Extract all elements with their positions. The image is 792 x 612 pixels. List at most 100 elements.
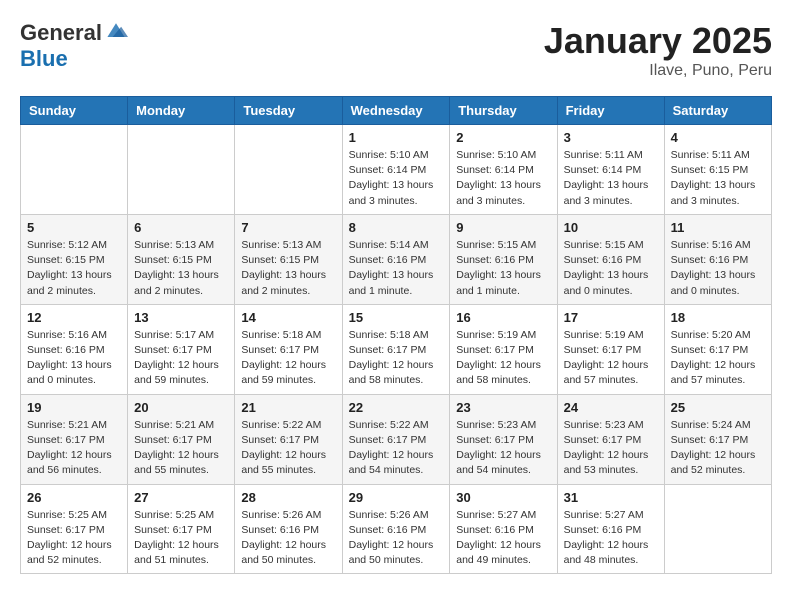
day-header-saturday: Saturday (664, 97, 771, 125)
day-number: 11 (671, 220, 765, 235)
day-number: 16 (456, 310, 550, 325)
day-number: 21 (241, 400, 335, 415)
day-number: 1 (349, 130, 444, 145)
calendar-cell: 9Sunrise: 5:15 AM Sunset: 6:16 PM Daylig… (450, 214, 557, 304)
calendar-cell: 4 Sunrise: 5:11 AM Sunset: 6:15 PM Daylig… (664, 125, 771, 215)
calendar-cell: 14 Sunrise: 5:18 AM Sunset: 6:17 PM Dayli… (235, 304, 342, 394)
day-number: 27 (134, 490, 228, 505)
calendar-cell: 29 Sunrise: 5:26 AM Sunset: 6:16 PM Dayli… (342, 484, 450, 574)
day-number: 19 (27, 400, 121, 415)
day-number: 22 (349, 400, 444, 415)
day-number: 23 (456, 400, 550, 415)
day-info: Sunrise: 5:11 AM Sunset: 6:14 PM Dayligh… (564, 148, 658, 209)
day-number: 6 (134, 220, 228, 235)
title-area: January 2025 Ilave, Puno, Peru (544, 20, 772, 80)
calendar-cell: 17Sunrise: 5:19 AM Sunset: 6:17 PM Dayli… (557, 304, 664, 394)
calendar-cell: 30 Sunrise: 5:27 AM Sunset: 6:16 PM Dayli… (450, 484, 557, 574)
day-number: 7 (241, 220, 335, 235)
day-number: 18 (671, 310, 765, 325)
day-info: Sunrise: 5:27 AM Sunset: 6:16 PM Dayligh… (456, 508, 550, 569)
calendar-cell: 11 Sunrise: 5:16 AM Sunset: 6:16 PM Dayli… (664, 214, 771, 304)
calendar-cell: 8 Sunrise: 5:14 AM Sunset: 6:16 PM Daylig… (342, 214, 450, 304)
day-info: Sunrise: 5:21 AM Sunset: 6:17 PM Dayligh… (27, 418, 121, 479)
day-info: Sunrise: 5:15 AM Sunset: 6:16 PM Dayligh… (564, 238, 658, 299)
day-header-wednesday: Wednesday (342, 97, 450, 125)
logo-general-text: General (20, 20, 102, 46)
day-info: Sunrise: 5:26 AM Sunset: 6:16 PM Dayligh… (349, 508, 444, 569)
calendar-cell: 7 Sunrise: 5:13 AM Sunset: 6:15 PM Daylig… (235, 214, 342, 304)
day-number: 24 (564, 400, 658, 415)
calendar-cell: 12 Sunrise: 5:16 AM Sunset: 6:16 PM Dayli… (21, 304, 128, 394)
day-number: 26 (27, 490, 121, 505)
calendar-header-row: SundayMondayTuesdayWednesdayThursdayFrid… (21, 97, 772, 125)
day-info: Sunrise: 5:20 AM Sunset: 6:17 PM Dayligh… (671, 328, 765, 389)
day-info: Sunrise: 5:14 AM Sunset: 6:16 PM Dayligh… (349, 238, 444, 299)
day-info: Sunrise: 5:11 AM Sunset: 6:15 PM Dayligh… (671, 148, 765, 209)
day-info: Sunrise: 5:22 AM Sunset: 6:17 PM Dayligh… (241, 418, 335, 479)
day-header-monday: Monday (128, 97, 235, 125)
day-number: 5 (27, 220, 121, 235)
day-info: Sunrise: 5:19 AM Sunset: 6:17 PM Dayligh… (564, 328, 658, 389)
logo-icon (104, 21, 128, 41)
day-number: 25 (671, 400, 765, 415)
page-header: General Blue January 2025 Ilave, Puno, P… (20, 20, 772, 80)
day-number: 30 (456, 490, 550, 505)
calendar-cell: 26 Sunrise: 5:25 AM Sunset: 6:17 PM Dayli… (21, 484, 128, 574)
calendar-cell: 19 Sunrise: 5:21 AM Sunset: 6:17 PM Dayli… (21, 394, 128, 484)
month-title: January 2025 (544, 20, 772, 62)
calendar-cell: 27Sunrise: 5:25 AM Sunset: 6:17 PM Dayli… (128, 484, 235, 574)
calendar-cell: 20Sunrise: 5:21 AM Sunset: 6:17 PM Dayli… (128, 394, 235, 484)
calendar-week-row: 19 Sunrise: 5:21 AM Sunset: 6:17 PM Dayli… (21, 394, 772, 484)
day-info: Sunrise: 5:25 AM Sunset: 6:17 PM Dayligh… (27, 508, 121, 569)
calendar-cell: 1 Sunrise: 5:10 AM Sunset: 6:14 PM Daylig… (342, 125, 450, 215)
day-info: Sunrise: 5:18 AM Sunset: 6:17 PM Dayligh… (241, 328, 335, 389)
day-number: 10 (564, 220, 658, 235)
calendar-cell (128, 125, 235, 215)
day-info: Sunrise: 5:26 AM Sunset: 6:16 PM Dayligh… (241, 508, 335, 569)
day-info: Sunrise: 5:17 AM Sunset: 6:17 PM Dayligh… (134, 328, 228, 389)
day-number: 28 (241, 490, 335, 505)
day-number: 14 (241, 310, 335, 325)
calendar-cell: 28 Sunrise: 5:26 AM Sunset: 6:16 PM Dayli… (235, 484, 342, 574)
day-info: Sunrise: 5:10 AM Sunset: 6:14 PM Dayligh… (456, 148, 550, 209)
day-number: 13 (134, 310, 228, 325)
day-info: Sunrise: 5:13 AM Sunset: 6:15 PM Dayligh… (134, 238, 228, 299)
day-info: Sunrise: 5:13 AM Sunset: 6:15 PM Dayligh… (241, 238, 335, 299)
calendar-cell: 5 Sunrise: 5:12 AM Sunset: 6:15 PM Daylig… (21, 214, 128, 304)
calendar-cell: 25 Sunrise: 5:24 AM Sunset: 6:17 PM Dayli… (664, 394, 771, 484)
calendar-cell: 10 Sunrise: 5:15 AM Sunset: 6:16 PM Dayli… (557, 214, 664, 304)
calendar-cell: 24Sunrise: 5:23 AM Sunset: 6:17 PM Dayli… (557, 394, 664, 484)
day-info: Sunrise: 5:21 AM Sunset: 6:17 PM Dayligh… (134, 418, 228, 479)
logo-blue-text: Blue (20, 46, 68, 72)
calendar-cell: 16 Sunrise: 5:19 AM Sunset: 6:17 PM Dayli… (450, 304, 557, 394)
calendar-cell: 31Sunrise: 5:27 AM Sunset: 6:16 PM Dayli… (557, 484, 664, 574)
calendar-cell (21, 125, 128, 215)
calendar-cell: 6 Sunrise: 5:13 AM Sunset: 6:15 PM Daylig… (128, 214, 235, 304)
calendar-cell: 21 Sunrise: 5:22 AM Sunset: 6:17 PM Dayli… (235, 394, 342, 484)
day-number: 12 (27, 310, 121, 325)
day-header-friday: Friday (557, 97, 664, 125)
day-info: Sunrise: 5:16 AM Sunset: 6:16 PM Dayligh… (671, 238, 765, 299)
calendar-cell: 2Sunrise: 5:10 AM Sunset: 6:14 PM Daylig… (450, 125, 557, 215)
day-info: Sunrise: 5:24 AM Sunset: 6:17 PM Dayligh… (671, 418, 765, 479)
calendar-cell: 22Sunrise: 5:22 AM Sunset: 6:17 PM Dayli… (342, 394, 450, 484)
calendar-cell: 15Sunrise: 5:18 AM Sunset: 6:17 PM Dayli… (342, 304, 450, 394)
location-subtitle: Ilave, Puno, Peru (544, 62, 772, 80)
day-number: 8 (349, 220, 444, 235)
day-number: 4 (671, 130, 765, 145)
calendar-cell (664, 484, 771, 574)
calendar-week-row: 12 Sunrise: 5:16 AM Sunset: 6:16 PM Dayli… (21, 304, 772, 394)
day-info: Sunrise: 5:27 AM Sunset: 6:16 PM Dayligh… (564, 508, 658, 569)
day-info: Sunrise: 5:19 AM Sunset: 6:17 PM Dayligh… (456, 328, 550, 389)
day-info: Sunrise: 5:10 AM Sunset: 6:14 PM Dayligh… (349, 148, 444, 209)
day-info: Sunrise: 5:16 AM Sunset: 6:16 PM Dayligh… (27, 328, 121, 389)
day-info: Sunrise: 5:12 AM Sunset: 6:15 PM Dayligh… (27, 238, 121, 299)
calendar-cell: 3Sunrise: 5:11 AM Sunset: 6:14 PM Daylig… (557, 125, 664, 215)
day-number: 29 (349, 490, 444, 505)
day-info: Sunrise: 5:18 AM Sunset: 6:17 PM Dayligh… (349, 328, 444, 389)
calendar-week-row: 5 Sunrise: 5:12 AM Sunset: 6:15 PM Daylig… (21, 214, 772, 304)
calendar-week-row: 26 Sunrise: 5:25 AM Sunset: 6:17 PM Dayli… (21, 484, 772, 574)
day-info: Sunrise: 5:23 AM Sunset: 6:17 PM Dayligh… (456, 418, 550, 479)
calendar-cell: 23 Sunrise: 5:23 AM Sunset: 6:17 PM Dayli… (450, 394, 557, 484)
calendar-cell: 18 Sunrise: 5:20 AM Sunset: 6:17 PM Dayli… (664, 304, 771, 394)
